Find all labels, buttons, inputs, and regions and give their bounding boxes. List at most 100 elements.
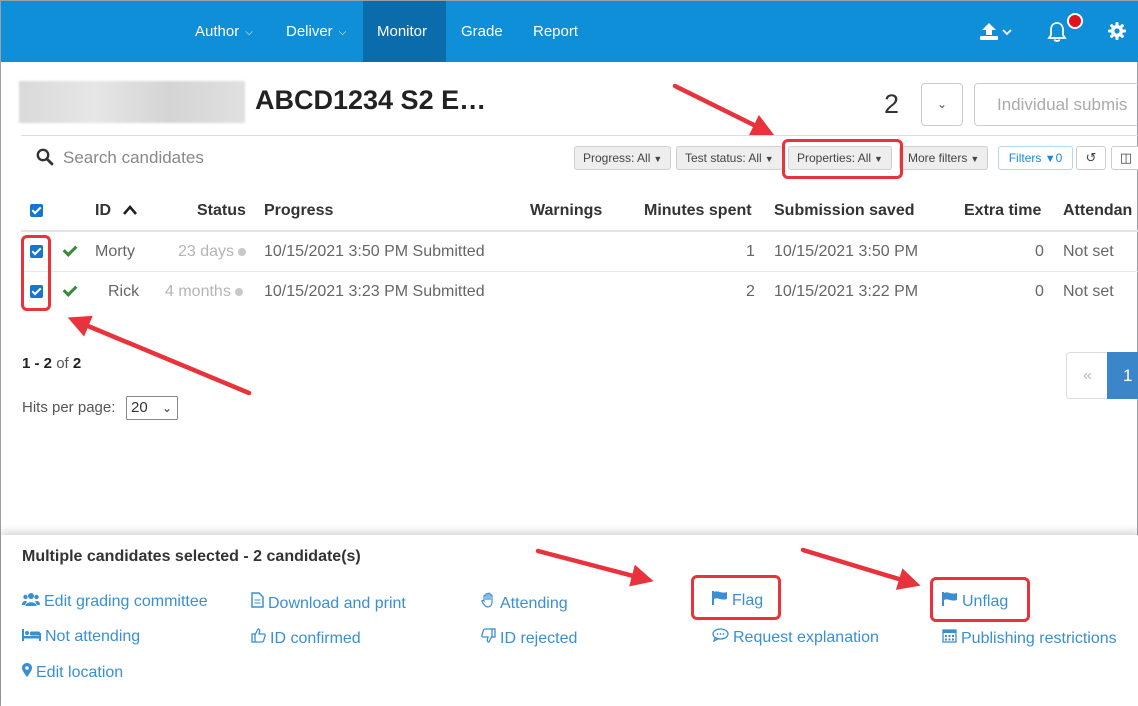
columns-button[interactable]: ◫: [1111, 146, 1138, 170]
edit-grading-committee-label: Edit grading committee: [44, 593, 208, 610]
not-attending-label: Not attending: [45, 628, 141, 645]
thumbs-up-icon: [251, 628, 266, 648]
nav-author[interactable]: Author ⌵: [181, 1, 267, 62]
request-explanation-label: Request explanation: [733, 629, 879, 646]
nav-report[interactable]: Report: [519, 1, 592, 62]
column-header-status[interactable]: Status: [197, 202, 246, 220]
map-marker-icon: [22, 663, 32, 682]
nav-grade-label: Grade: [461, 23, 503, 40]
candidate-count: 2: [884, 89, 900, 119]
search-icon: [36, 148, 54, 171]
gear-icon[interactable]: [1108, 22, 1126, 45]
bed-icon: [22, 628, 41, 646]
users-icon: [22, 592, 40, 611]
divider: [21, 135, 1138, 136]
pagination-total: 2: [72, 355, 82, 372]
more-filters-button[interactable]: More filters ▼: [899, 146, 989, 170]
column-header-progress[interactable]: Progress: [264, 202, 333, 220]
bulk-actions-title: Multiple candidates selected - 2 candida…: [22, 548, 361, 565]
filters-label: Filters: [1008, 151, 1042, 165]
nav-deliver-label: Deliver: [286, 23, 333, 40]
arrow-to-properties: [672, 83, 775, 136]
publishing-restrictions-action[interactable]: Publishing restrictions: [942, 628, 1117, 648]
status-dot-icon: [238, 247, 247, 256]
download-print-action[interactable]: Download and print: [251, 592, 406, 613]
nav-grade[interactable]: Grade: [447, 1, 517, 62]
sort-ascending-icon: [123, 202, 138, 219]
reset-button[interactable]: ↺: [1076, 146, 1106, 170]
id-confirmed-action[interactable]: ID confirmed: [251, 628, 361, 648]
caret-down-icon: ▼: [653, 154, 663, 164]
request-explanation-action[interactable]: Request explanation: [712, 628, 879, 647]
attendance-cell: Not set: [1063, 243, 1114, 260]
candidate-id[interactable]: Rick: [108, 283, 139, 301]
options-dropdown-button[interactable]: ⌄: [921, 83, 963, 126]
progress-cell: 10/15/2021 3:50 PM Submitted: [264, 243, 485, 260]
hand-icon: [481, 592, 496, 613]
page-title: ABCD1234 S2 E…: [255, 85, 487, 115]
hits-per-page-label: Hits per page:: [22, 399, 116, 416]
edit-location-action[interactable]: Edit location: [22, 663, 123, 682]
test-status-filter[interactable]: Test status: All ▼: [676, 146, 783, 170]
filters-button[interactable]: Filters ▼0: [998, 146, 1073, 170]
pagination-current-page[interactable]: 1: [1107, 352, 1138, 399]
candidate-id[interactable]: Morty: [95, 243, 135, 261]
chevron-down-icon: ⌄: [936, 97, 948, 111]
more-filters-label: More filters: [908, 151, 968, 165]
chevron-down-icon: ⌵: [338, 27, 347, 38]
caret-down-icon: ▼: [764, 154, 774, 164]
chevron-down-icon: ⌵: [245, 27, 253, 38]
status-cell: 4 months: [165, 283, 243, 301]
individual-submission-button[interactable]: Individual submis: [974, 83, 1138, 126]
not-attending-action[interactable]: Not attending: [22, 628, 140, 646]
pagination-range: 1 - 2: [22, 355, 53, 372]
chevron-down-icon: ⌄: [161, 401, 172, 415]
submission-saved-cell: 10/15/2021 3:22 PM: [774, 283, 919, 300]
bell-icon[interactable]: [1047, 21, 1067, 48]
document-icon: [251, 592, 264, 613]
extra-time-cell: 0: [1035, 283, 1044, 300]
test-status-filter-label: Test status: All: [685, 151, 762, 165]
notification-badge: [1067, 13, 1083, 29]
column-header-id-label: ID: [95, 202, 111, 219]
hits-per-page-value: 20: [131, 399, 148, 416]
nav-monitor[interactable]: Monitor: [363, 1, 446, 62]
hits-per-page-select[interactable]: 20 ⌄: [126, 396, 178, 420]
pagination-prev-button[interactable]: «: [1066, 352, 1108, 399]
attendance-cell: Not set: [1063, 283, 1114, 300]
column-header-submission-saved[interactable]: Submission saved: [774, 202, 915, 220]
id-rejected-action[interactable]: ID rejected: [481, 628, 577, 648]
calendar-icon: [942, 628, 957, 648]
annotation-highlight-flag: [691, 575, 781, 620]
extra-time-cell: 0: [1035, 243, 1044, 260]
funnel-icon: ▼: [1044, 153, 1056, 165]
search-input[interactable]: [63, 144, 363, 172]
nav-author-label: Author: [195, 23, 240, 40]
column-header-warnings[interactable]: Warnings: [530, 202, 602, 220]
column-header-extra-time[interactable]: Extra time: [964, 202, 1041, 220]
column-header-minutes-spent[interactable]: Minutes spent: [644, 202, 752, 220]
id-rejected-label: ID rejected: [500, 630, 578, 647]
column-header-id[interactable]: ID: [95, 202, 138, 220]
upload-icon[interactable]: [979, 21, 1015, 48]
attending-action[interactable]: Attending: [481, 592, 568, 613]
nav-monitor-label: Monitor: [377, 23, 428, 40]
progress-filter[interactable]: Progress: All ▼: [574, 146, 672, 170]
column-header-attendance[interactable]: Attendan: [1063, 202, 1132, 220]
pagination-of: of: [56, 355, 69, 372]
status-cell: 23 days: [178, 243, 247, 261]
annotation-highlight-unflag: [930, 577, 1030, 622]
nav-deliver[interactable]: Deliver ⌵: [272, 1, 360, 62]
edit-grading-committee-action[interactable]: Edit grading committee: [22, 592, 208, 611]
caret-down-icon: ▼: [970, 154, 980, 164]
pagination-info: 1 - 2 of 2: [22, 355, 81, 372]
columns-icon: ◫: [1119, 150, 1133, 165]
select-all-checkbox[interactable]: [30, 204, 43, 217]
filters-count: 0: [1055, 151, 1063, 165]
status-text: 23 days: [178, 243, 235, 260]
edit-location-label: Edit location: [36, 664, 124, 681]
thumbs-down-icon: [481, 628, 496, 648]
id-confirmed-label: ID confirmed: [270, 630, 361, 647]
publishing-restrictions-label: Publishing restrictions: [961, 630, 1117, 647]
redacted-test-name: [19, 81, 245, 123]
